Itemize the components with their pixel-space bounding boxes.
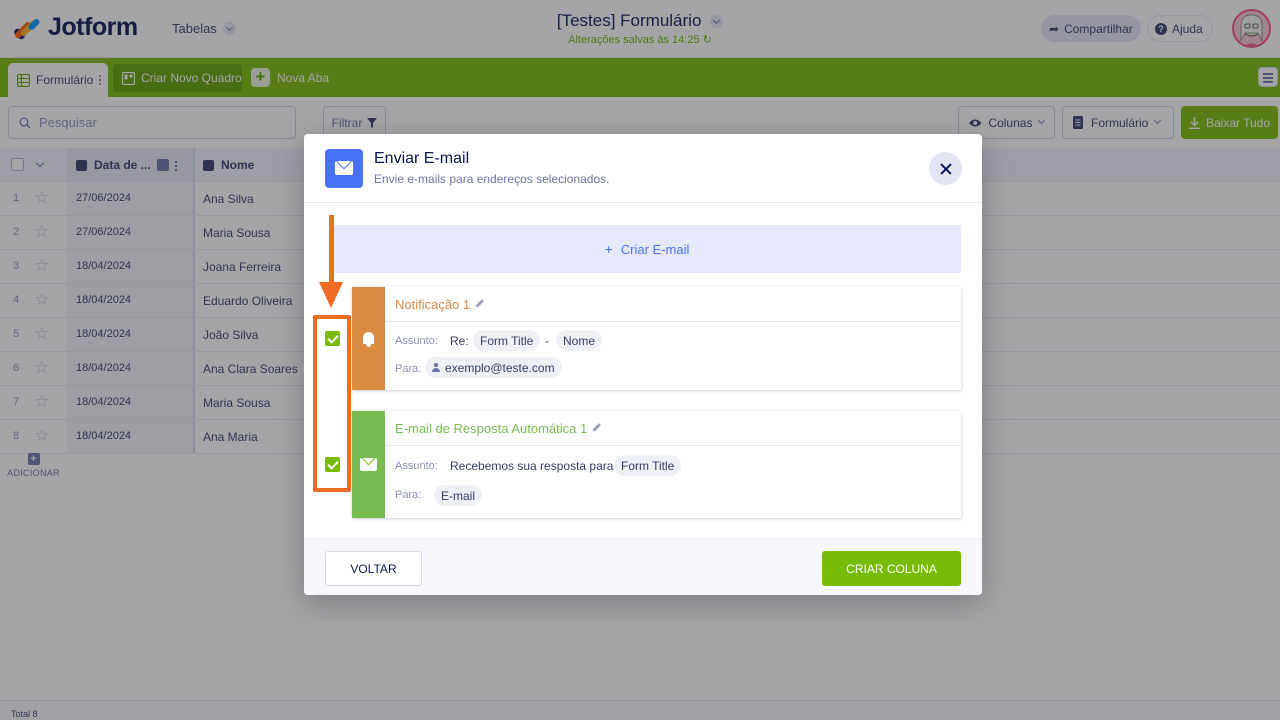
recipient-tag[interactable]: E-mail <box>434 485 483 506</box>
subject-label: Assunto: <box>395 335 438 347</box>
card-color-strip <box>352 411 385 518</box>
card-color-strip <box>352 287 385 390</box>
bell-icon <box>361 331 376 347</box>
email-card-title-text: Notificação 1 <box>395 297 471 312</box>
pencil-icon[interactable] <box>475 299 484 308</box>
recipient-label: Para: <box>395 363 422 375</box>
person-icon <box>432 363 440 372</box>
create-column-button[interactable]: CRIAR COLUNA <box>822 551 961 586</box>
annotation-highlight-box <box>313 315 351 492</box>
annotation-arrow-head <box>319 282 343 308</box>
subject-tag[interactable]: Nome <box>556 330 603 351</box>
recipient-email: exemplo@teste.com <box>445 360 555 375</box>
email-icon <box>325 149 363 188</box>
recipient-tag[interactable]: exemplo@teste.com <box>425 357 562 378</box>
recipient-label: Para: <box>395 489 422 501</box>
email-card-title[interactable]: Notificação 1 <box>395 297 484 312</box>
create-email-button[interactable]: + Criar E-mail <box>333 225 961 273</box>
subject-prefix: Re: <box>450 334 469 348</box>
close-button[interactable] <box>929 152 962 185</box>
dialog-subtitle: Envie e-mails para endereços selecionado… <box>374 172 610 186</box>
create-email-label: Criar E-mail <box>620 241 690 257</box>
email-card-notification[interactable]: Notificação 1 Assunto: Re: Form Title - … <box>352 287 961 390</box>
send-email-dialog: Enviar E-mail Envie e-mails para endereç… <box>304 134 982 595</box>
plus-icon: + <box>604 241 613 257</box>
email-card-title-text: E-mail de Resposta Automática 1 <box>395 421 588 436</box>
divider <box>385 445 961 446</box>
dialog-footer: VOLTAR CRIAR COLUNA <box>304 538 982 595</box>
email-card-autoresponder[interactable]: E-mail de Resposta Automática 1 Assunto:… <box>352 411 961 518</box>
email-card-title[interactable]: E-mail de Resposta Automática 1 <box>395 421 601 436</box>
subject-tag[interactable]: Form Title <box>614 455 682 476</box>
subject-tag[interactable]: Form Title <box>473 330 541 351</box>
pencil-icon[interactable] <box>592 423 601 432</box>
annotation-arrow <box>329 215 334 283</box>
dialog-header: Enviar E-mail Envie e-mails para endereç… <box>304 134 982 203</box>
envelope-icon <box>360 458 377 471</box>
back-button[interactable]: VOLTAR <box>325 551 422 586</box>
dialog-title: Enviar E-mail <box>374 150 470 167</box>
subject-label: Assunto: <box>395 460 438 472</box>
subject-text: Recebemos sua resposta para <box>450 459 614 473</box>
subject-separator: - <box>545 334 549 348</box>
divider <box>385 321 961 322</box>
